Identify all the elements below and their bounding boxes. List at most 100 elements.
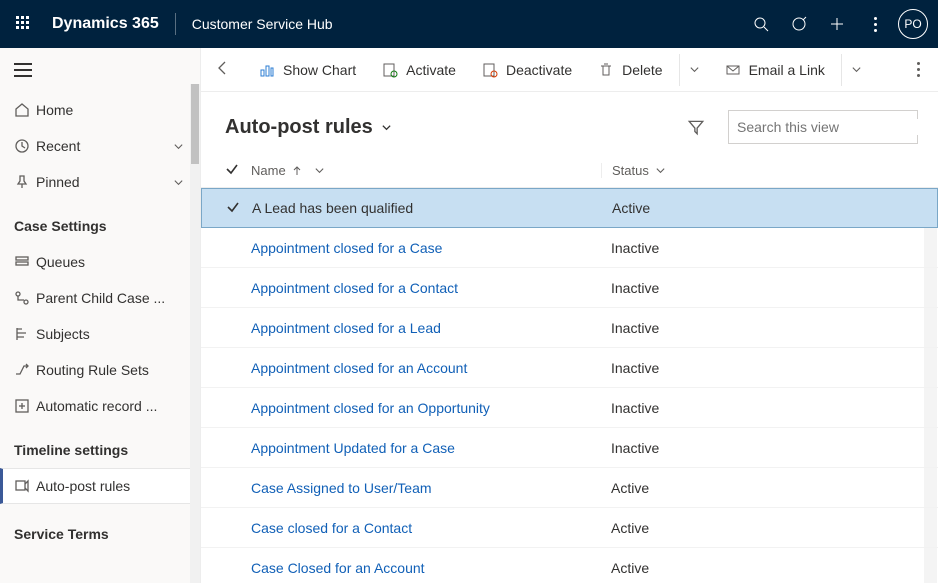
- row-checkbox[interactable]: [226, 200, 252, 217]
- table-row[interactable]: Appointment closed for a LeadInactive: [201, 308, 938, 348]
- row-name[interactable]: Appointment closed for a Case: [251, 240, 601, 256]
- product-brand[interactable]: Dynamics 365: [52, 15, 159, 33]
- sidebar-collapse-button[interactable]: [14, 48, 194, 92]
- row-status: Inactive: [601, 400, 881, 416]
- routing-icon: [14, 362, 36, 378]
- nav-automatic-record[interactable]: Automatic record ...: [14, 388, 194, 424]
- app-launcher-icon[interactable]: [10, 10, 38, 38]
- row-name[interactable]: Appointment closed for an Opportunity: [251, 400, 601, 416]
- row-status: Active: [601, 520, 881, 536]
- row-name[interactable]: A Lead has been qualified: [252, 200, 602, 216]
- table-row[interactable]: Case closed for a ContactActive: [201, 508, 938, 548]
- site-sidebar: Home Recent Pinned Case Settings Queues …: [0, 48, 200, 583]
- filter-button[interactable]: [678, 110, 714, 144]
- row-name[interactable]: Case closed for a Contact: [251, 520, 601, 536]
- back-button[interactable]: [215, 60, 243, 79]
- trash-icon: [598, 62, 614, 78]
- email-link-button[interactable]: Email a Link: [715, 54, 835, 86]
- row-name[interactable]: Appointment closed for a Lead: [251, 320, 601, 336]
- pin-icon: [14, 174, 36, 190]
- global-topbar: Dynamics 365 Customer Service Hub PO: [0, 0, 938, 48]
- nav-pinned[interactable]: Pinned: [14, 164, 194, 200]
- clock-icon: [14, 138, 36, 154]
- subjects-icon: [14, 326, 36, 342]
- table-row[interactable]: Appointment Updated for a CaseInactive: [201, 428, 938, 468]
- show-chart-button[interactable]: Show Chart: [249, 54, 366, 86]
- queues-icon: [14, 254, 36, 270]
- email-link-split-button[interactable]: [841, 54, 871, 86]
- task-icon[interactable]: [780, 0, 818, 48]
- funnel-icon: [687, 118, 705, 136]
- chevron-down-icon: [381, 122, 392, 133]
- divider: [175, 13, 176, 35]
- delete-button[interactable]: Delete: [588, 54, 672, 86]
- chevron-down-icon[interactable]: [173, 141, 184, 152]
- view-title-dropdown[interactable]: Auto-post rules: [225, 116, 392, 139]
- activate-button[interactable]: Activate: [372, 54, 466, 86]
- table-row[interactable]: Case Assigned to User/TeamActive: [201, 468, 938, 508]
- nav-subjects[interactable]: Subjects: [14, 316, 194, 352]
- row-status: Inactive: [601, 320, 881, 336]
- add-icon[interactable]: [818, 0, 856, 48]
- nav-routing-rules[interactable]: Routing Rule Sets: [14, 352, 194, 388]
- sort-asc-icon: [292, 166, 302, 176]
- column-header-name[interactable]: Name: [251, 163, 601, 178]
- row-status: Inactive: [601, 360, 881, 376]
- chevron-down-icon[interactable]: [314, 165, 325, 176]
- row-name[interactable]: Appointment Updated for a Case: [251, 440, 601, 456]
- row-status: Inactive: [601, 440, 881, 456]
- section-service-terms: Service Terms: [14, 504, 194, 552]
- home-icon: [14, 102, 36, 118]
- auto-post-icon: [14, 478, 36, 494]
- hub-name[interactable]: Customer Service Hub: [192, 16, 333, 32]
- row-name[interactable]: Case Closed for an Account: [251, 560, 601, 576]
- chevron-down-icon[interactable]: [655, 165, 666, 176]
- row-name[interactable]: Case Assigned to User/Team: [251, 480, 601, 496]
- section-timeline-settings: Timeline settings: [14, 424, 194, 468]
- email-icon: [725, 62, 741, 78]
- nav-home[interactable]: Home: [14, 92, 194, 128]
- activate-icon: [382, 62, 398, 78]
- table-row[interactable]: Appointment closed for an AccountInactiv…: [201, 348, 938, 388]
- delete-split-button[interactable]: [679, 54, 709, 86]
- column-header-status[interactable]: Status: [601, 163, 881, 178]
- nav-parent-child-case[interactable]: Parent Child Case ...: [14, 280, 194, 316]
- select-all-checkbox[interactable]: [225, 162, 251, 179]
- deactivate-icon: [482, 62, 498, 78]
- row-status: Active: [601, 560, 881, 576]
- sidebar-scroll-thumb[interactable]: [191, 84, 199, 164]
- row-status: Inactive: [601, 280, 881, 296]
- grid-header: Name Status: [201, 154, 938, 188]
- main-region: Show Chart Activate Deactivate Delete Em…: [200, 48, 938, 583]
- view-title: Auto-post rules: [225, 116, 373, 139]
- overflow-menu-icon[interactable]: [856, 0, 894, 48]
- search-input[interactable]: [737, 119, 918, 135]
- row-name[interactable]: Appointment closed for an Account: [251, 360, 601, 376]
- row-name[interactable]: Appointment closed for a Contact: [251, 280, 601, 296]
- search-view-box[interactable]: [728, 110, 918, 144]
- parent-child-icon: [14, 290, 36, 306]
- hamburger-icon: [14, 63, 32, 77]
- user-avatar[interactable]: PO: [898, 9, 928, 39]
- table-row[interactable]: Appointment closed for an OpportunityIna…: [201, 388, 938, 428]
- auto-record-icon: [14, 398, 36, 414]
- table-row[interactable]: Case Closed for an AccountActive: [201, 548, 938, 583]
- table-row[interactable]: A Lead has been qualifiedActive: [201, 188, 938, 228]
- row-status: Active: [602, 200, 882, 216]
- view-header: Auto-post rules: [201, 92, 938, 154]
- search-icon[interactable]: [742, 0, 780, 48]
- table-row[interactable]: Appointment closed for a ContactInactive: [201, 268, 938, 308]
- avatar-initials: PO: [904, 17, 921, 31]
- deactivate-button[interactable]: Deactivate: [472, 54, 582, 86]
- grid-container: Name Status A Lead has been qualifiedAct…: [201, 154, 938, 583]
- section-case-settings: Case Settings: [14, 200, 194, 244]
- row-status: Active: [601, 480, 881, 496]
- commandbar-overflow[interactable]: [913, 54, 924, 86]
- table-row[interactable]: Appointment closed for a CaseInactive: [201, 228, 938, 268]
- nav-queues[interactable]: Queues: [14, 244, 194, 280]
- command-bar: Show Chart Activate Deactivate Delete Em…: [201, 48, 938, 92]
- chevron-down-icon[interactable]: [173, 177, 184, 188]
- nav-recent[interactable]: Recent: [14, 128, 194, 164]
- nav-auto-post-rules[interactable]: Auto-post rules: [0, 468, 200, 504]
- grid-body: A Lead has been qualifiedActiveAppointme…: [201, 188, 938, 583]
